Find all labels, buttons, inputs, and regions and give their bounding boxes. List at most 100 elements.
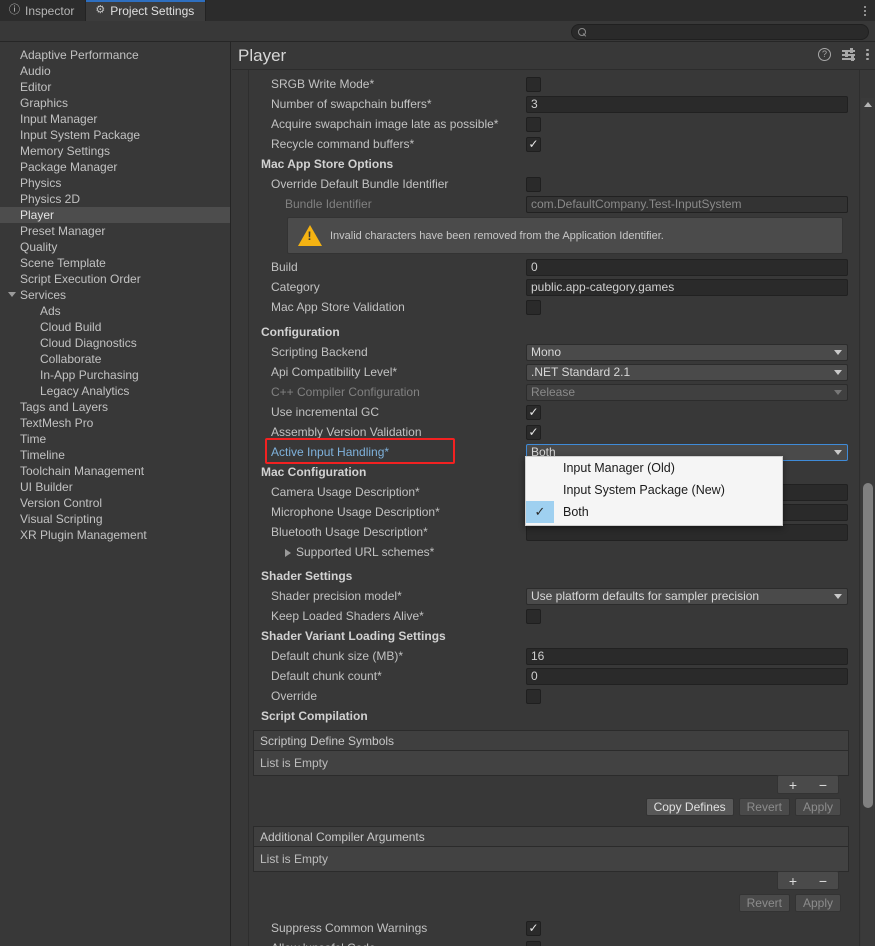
recycle-command-buffers-checkbox[interactable] (526, 136, 541, 152)
scripting-define-symbols-add-remove: + − (777, 775, 839, 794)
sidebar-item-version-control[interactable]: Version Control (0, 495, 230, 511)
additional-compiler-arguments-empty: List is Empty (254, 847, 848, 871)
sidebar-item-timeline[interactable]: Timeline (0, 447, 230, 463)
sidebar-item-in-app-purchasing[interactable]: In-App Purchasing (0, 367, 230, 383)
sidebar-item-cloud-build[interactable]: Cloud Build (0, 319, 230, 335)
editor-tab-bar: ⓘ Inspector ⚙ Project Settings (0, 0, 875, 21)
sidebar-item-player[interactable]: Player (0, 207, 230, 223)
sidebar-item-services[interactable]: Services (0, 287, 230, 303)
settings-category-tree[interactable]: Adaptive Performance Audio Editor Graphi… (0, 42, 231, 946)
allow-unsafe-checkbox[interactable] (526, 940, 541, 946)
sidebar-item-physics-2d[interactable]: Physics 2D (0, 191, 230, 207)
sidebar-item-collaborate[interactable]: Collaborate (0, 351, 230, 367)
copy-defines-button[interactable]: Copy Defines (645, 798, 734, 816)
sidebar-item-toolchain-management[interactable]: Toolchain Management (0, 463, 230, 479)
sidebar-item-script-execution-order[interactable]: Script Execution Order (0, 271, 230, 287)
sidebar-item-package-manager[interactable]: Package Manager (0, 159, 230, 175)
apply-compiler-args-button[interactable]: Apply (794, 894, 841, 912)
plus-icon[interactable]: + (789, 873, 797, 889)
sidebar-item-legacy-analytics[interactable]: Legacy Analytics (0, 383, 230, 399)
sidebar-item-input-system-package[interactable]: Input System Package (0, 127, 230, 143)
shader-precision-dropdown[interactable]: Use platform defaults for sampler precis… (526, 587, 848, 605)
scroll-up-arrow-icon[interactable] (861, 98, 874, 111)
vertical-scrollbar[interactable] (861, 98, 874, 946)
sidebar-item-editor[interactable]: Editor (0, 79, 230, 95)
check-icon: ✓ (526, 501, 554, 523)
tab-inspector[interactable]: ⓘ Inspector (0, 0, 87, 21)
api-compatibility-dropdown[interactable]: .NET Standard 2.1 (526, 363, 848, 381)
menu-item-input-manager-old[interactable]: Input Manager (Old) (526, 457, 782, 479)
acquire-swapchain-checkbox[interactable] (526, 116, 541, 132)
override-bundle-identifier-checkbox[interactable] (526, 176, 541, 192)
scripting-backend-dropdown[interactable]: Mono (526, 343, 848, 361)
assembly-version-checkbox[interactable] (526, 424, 541, 440)
menu-item-input-system-package-new[interactable]: Input System Package (New) (526, 479, 782, 501)
sidebar-item-textmesh-pro[interactable]: TextMesh Pro (0, 415, 230, 431)
swapchain-buffers-input[interactable]: 3 (526, 95, 848, 113)
revert-compiler-args-button[interactable]: Revert (738, 894, 790, 912)
window-overflow-menu-button[interactable] (855, 0, 875, 21)
preset-sliders-icon[interactable] (842, 48, 855, 61)
sidebar-item-adaptive-performance[interactable]: Adaptive Performance (0, 47, 230, 63)
sidebar-item-label: Package Manager (20, 160, 118, 174)
override-bundle-identifier-label: Override Default Bundle Identifier (271, 177, 449, 191)
mac-app-store-validation-checkbox[interactable] (526, 299, 541, 315)
help-icon[interactable]: ? (818, 48, 831, 61)
chevron-right-icon[interactable] (285, 548, 291, 557)
sidebar-item-label: Physics (20, 176, 62, 190)
apply-defines-button[interactable]: Apply (794, 798, 841, 816)
minus-icon[interactable]: − (819, 777, 827, 793)
sidebar-item-label: Toolchain Management (20, 464, 145, 478)
kebab-menu-icon[interactable] (866, 48, 869, 61)
bluetooth-usage-label: Bluetooth Usage Description* (271, 525, 428, 539)
scrollbar-thumb[interactable] (863, 483, 873, 808)
sidebar-item-label: Collaborate (40, 352, 102, 366)
menu-item-label: Input System Package (New) (563, 483, 725, 497)
sidebar-item-label: Version Control (20, 496, 103, 510)
sidebar-item-input-manager[interactable]: Input Manager (0, 111, 230, 127)
menu-item-both[interactable]: ✓ Both (526, 501, 782, 523)
sidebar-item-visual-scripting[interactable]: Visual Scripting (0, 511, 230, 527)
sidebar-item-physics[interactable]: Physics (0, 175, 230, 191)
bluetooth-usage-input[interactable] (526, 523, 848, 541)
category-input[interactable]: public.app-category.games (526, 278, 848, 296)
override-checkbox[interactable] (526, 688, 541, 704)
revert-defines-button[interactable]: Revert (738, 798, 790, 816)
chevron-down-icon (834, 350, 842, 355)
camera-usage-label: Camera Usage Description* (271, 485, 420, 499)
search-box[interactable] (571, 24, 869, 40)
sidebar-item-time[interactable]: Time (0, 431, 230, 447)
sidebar-item-preset-manager[interactable]: Preset Manager (0, 223, 230, 239)
suppress-warnings-checkbox[interactable] (526, 920, 541, 936)
keep-shaders-alive-checkbox[interactable] (526, 608, 541, 624)
active-input-handling-menu[interactable]: Input Manager (Old) Input System Package… (525, 456, 783, 526)
sidebar-item-graphics[interactable]: Graphics (0, 95, 230, 111)
chevron-down-icon[interactable] (8, 292, 16, 297)
incremental-gc-checkbox[interactable] (526, 404, 541, 420)
default-chunk-size-input[interactable]: 16 (526, 647, 848, 665)
sidebar-item-quality[interactable]: Quality (0, 239, 230, 255)
sidebar-item-ui-builder[interactable]: UI Builder (0, 479, 230, 495)
sidebar-item-ads[interactable]: Ads (0, 303, 230, 319)
srgb-write-mode-checkbox[interactable] (526, 76, 541, 92)
tab-project-settings[interactable]: ⚙ Project Settings (86, 0, 207, 21)
supported-url-schemes-group[interactable]: Supported URL schemes* (285, 545, 434, 559)
sidebar-item-scene-template[interactable]: Scene Template (0, 255, 230, 271)
minus-icon[interactable]: − (819, 873, 827, 889)
sidebar-item-xr-plugin-management[interactable]: XR Plugin Management (0, 527, 230, 543)
build-input[interactable]: 0 (526, 258, 848, 276)
sidebar-item-tags-and-layers[interactable]: Tags and Layers (0, 399, 230, 415)
default-chunk-size-label: Default chunk size (MB)* (271, 649, 404, 663)
api-compatibility-label: Api Compatibility Level* (271, 365, 398, 379)
sidebar-item-memory-settings[interactable]: Memory Settings (0, 143, 230, 159)
row-supported-url-schemes[interactable]: Supported URL schemes* (249, 542, 859, 562)
scripting-define-symbols-toolbar: + − (253, 775, 849, 796)
additional-compiler-arguments-toolbar: + − (253, 871, 849, 892)
sidebar-item-audio[interactable]: Audio (0, 63, 230, 79)
default-chunk-count-input[interactable]: 0 (526, 667, 848, 685)
plus-icon[interactable]: + (789, 777, 797, 793)
bundle-identifier-input[interactable]: com.DefaultCompany.Test-InputSystem (526, 195, 848, 213)
sidebar-item-cloud-diagnostics[interactable]: Cloud Diagnostics (0, 335, 230, 351)
search-input[interactable] (591, 26, 862, 38)
row-mac-app-store-validation: Mac App Store Validation (249, 297, 859, 317)
